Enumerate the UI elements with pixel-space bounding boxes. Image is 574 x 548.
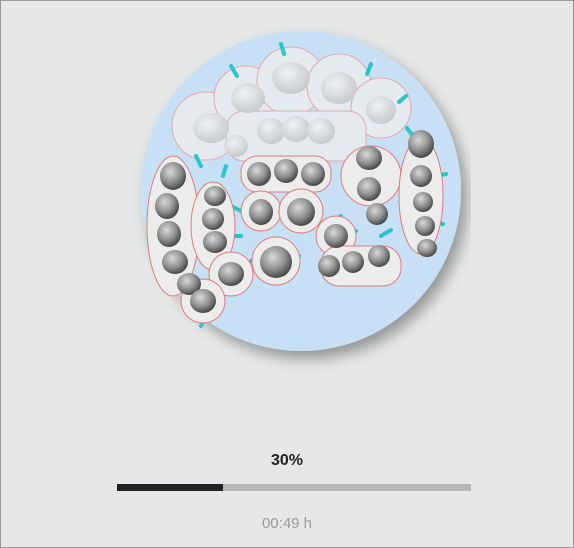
milling-disc-icon bbox=[131, 26, 471, 381]
progress-bar-fill bbox=[117, 484, 224, 491]
milling-progress-window: 30% 00:49 h bbox=[0, 0, 574, 548]
elapsed-time-label: 00:49 h bbox=[261, 515, 313, 532]
progress-bar bbox=[117, 484, 471, 491]
progress-percent-label: 30% bbox=[270, 452, 304, 469]
